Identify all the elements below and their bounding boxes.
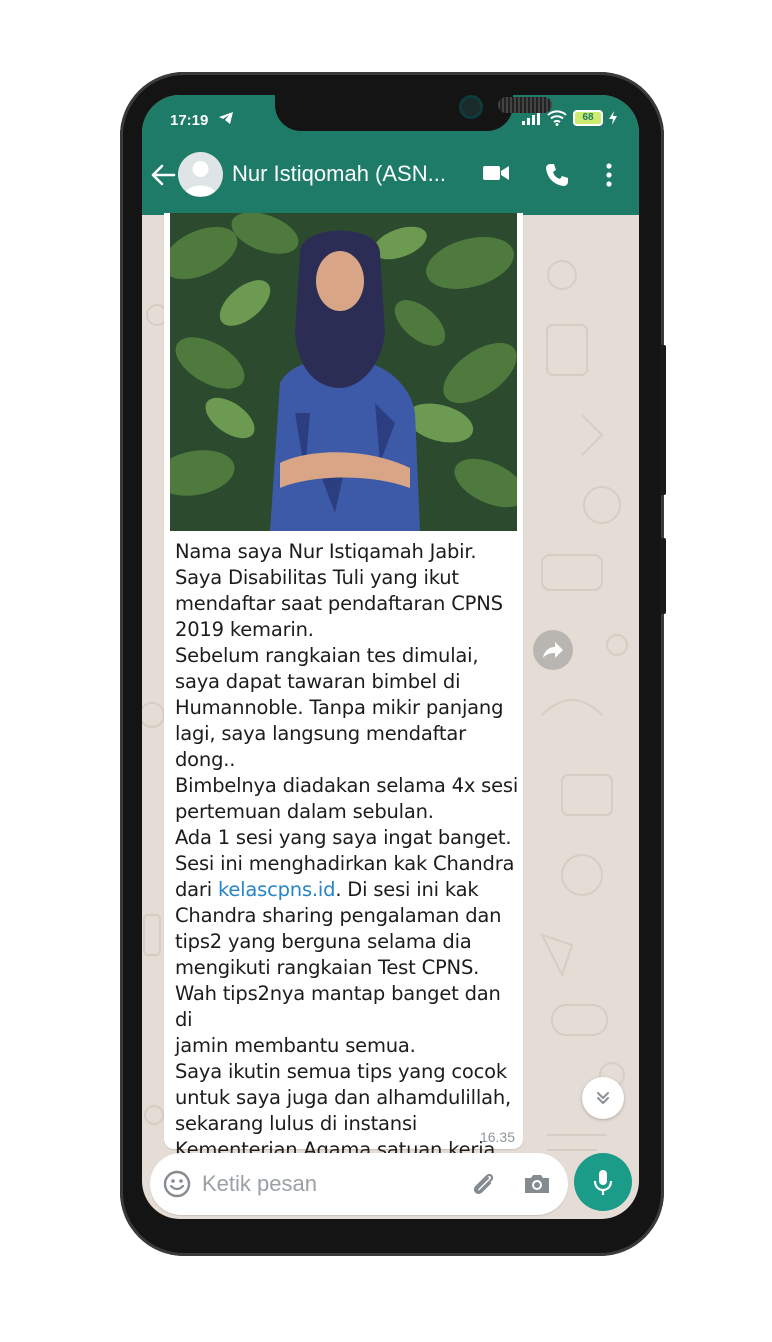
message-timestamp: 16.35 (479, 1129, 515, 1145)
display-notch (275, 95, 552, 131)
volume-button (660, 345, 666, 495)
charging-icon (609, 111, 617, 125)
status-time: 17:19 (170, 112, 209, 129)
voice-message-button[interactable] (574, 1153, 632, 1211)
message-input[interactable] (202, 1167, 452, 1201)
message-photo[interactable] (170, 213, 517, 531)
battery-icon: 68 (573, 110, 603, 126)
video-call-icon[interactable] (482, 162, 510, 184)
phone-screen: 17:19 68 Nur Istiqomah (ASN... Nama saya… (142, 95, 639, 1219)
attachment-icon[interactable] (468, 1169, 498, 1199)
contact-avatar[interactable] (178, 152, 223, 197)
chat-header: Nur Istiqomah (ASN... (142, 137, 639, 215)
message-text: Nama saya Nur Istiqamah Jabir. Saya Disa… (175, 539, 520, 1191)
contact-name[interactable]: Nur Istiqomah (ASN... (232, 161, 462, 187)
default-avatar-icon (184, 161, 217, 196)
telegram-notification-icon (219, 112, 233, 124)
microphone-icon (593, 1170, 613, 1195)
emoji-icon[interactable] (162, 1169, 192, 1199)
scroll-to-bottom-button[interactable] (582, 1077, 624, 1119)
back-arrow-icon[interactable] (150, 163, 176, 187)
message-link[interactable]: kelascpns.id (218, 878, 336, 901)
message-text-part-2: . Di sesi ini kak Chandra sharing pengal… (175, 878, 511, 1189)
message-composer (150, 1153, 568, 1215)
voice-call-icon[interactable] (544, 162, 570, 188)
chat-area[interactable]: Nama saya Nur Istiqamah Jabir. Saya Disa… (142, 213, 639, 1219)
message-bubble[interactable]: Nama saya Nur Istiqamah Jabir. Saya Disa… (164, 213, 523, 1189)
front-camera (459, 95, 483, 119)
forward-button[interactable] (533, 630, 573, 670)
earpiece-speaker (498, 97, 552, 113)
photo-image (170, 213, 517, 531)
more-options-icon[interactable] (604, 162, 614, 188)
camera-icon[interactable] (522, 1169, 552, 1199)
double-chevron-down-icon (597, 1092, 609, 1104)
signal-icon (522, 112, 540, 125)
power-button (660, 538, 666, 614)
wifi-icon (547, 110, 567, 126)
forward-arrow-icon (543, 642, 563, 658)
message-text-part-1: Nama saya Nur Istiqamah Jabir. Saya Disa… (175, 540, 519, 901)
